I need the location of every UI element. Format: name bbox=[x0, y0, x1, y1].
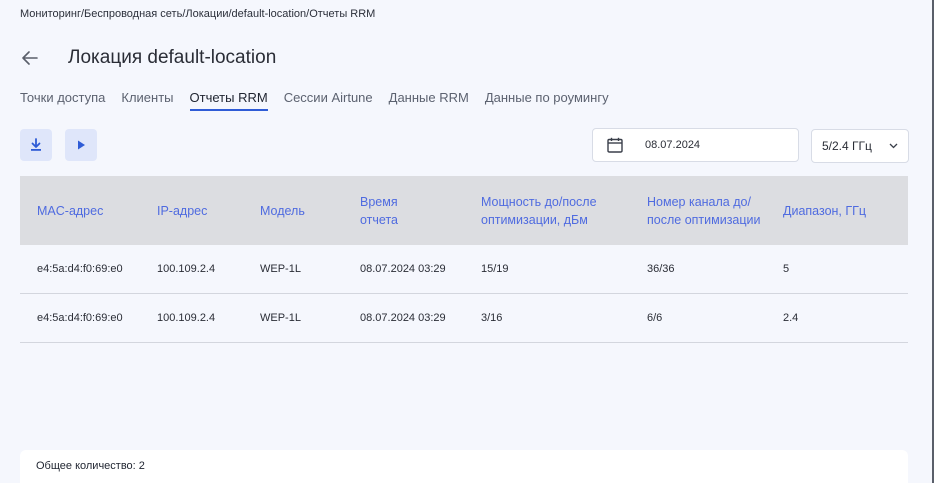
date-picker[interactable]: 08.07.2024 bbox=[592, 128, 799, 162]
cell-channel: 6/6 bbox=[647, 312, 663, 324]
column-header-report-time[interactable]: Время отчета bbox=[360, 176, 430, 245]
tab-roaming-data[interactable]: Данные по роумингу bbox=[485, 90, 609, 111]
cell-ip: 100.109.2.4 bbox=[157, 263, 216, 275]
cell-report-time: 08.07.2024 03:29 bbox=[360, 312, 446, 324]
tab-access-points[interactable]: Точки доступа bbox=[20, 90, 105, 111]
cell-model: WEP-1L bbox=[260, 263, 301, 275]
cell-power: 3/16 bbox=[481, 312, 503, 324]
column-header-mac[interactable]: MAC-адрес bbox=[37, 176, 103, 245]
cell-mac: e4:5a:d4:f0:69:e0 bbox=[37, 263, 123, 275]
tab-bar: Точки доступа Клиенты Отчеты RRM Сессии … bbox=[20, 90, 609, 111]
tab-rrm-data[interactable]: Данные RRM bbox=[389, 90, 469, 111]
column-header-model[interactable]: Модель bbox=[260, 176, 305, 245]
cell-mac: e4:5a:d4:f0:69:e0 bbox=[37, 312, 123, 324]
column-header-ip[interactable]: IP-адрес bbox=[157, 176, 207, 245]
back-arrow-icon[interactable] bbox=[20, 46, 40, 70]
cell-band: 5 bbox=[783, 263, 790, 275]
cell-power: 15/19 bbox=[481, 263, 509, 275]
chevron-down-icon bbox=[889, 143, 898, 149]
calendar-icon bbox=[607, 137, 623, 153]
download-button[interactable] bbox=[20, 129, 52, 161]
rrm-reports-table: MAC-адрес IP-адрес Модель Время отчета М… bbox=[20, 176, 908, 343]
cell-band: 2.4 bbox=[783, 312, 799, 324]
date-value: 08.07.2024 bbox=[645, 139, 701, 151]
cell-model: WEP-1L bbox=[260, 312, 301, 324]
breadcrumb: Мониторинг/Беспроводная сеть/Локации/def… bbox=[20, 8, 376, 20]
cell-report-time: 08.07.2024 03:29 bbox=[360, 263, 446, 275]
tab-rrm-reports[interactable]: Отчеты RRM bbox=[189, 90, 268, 111]
table-row[interactable]: e4:5a:d4:f0:69:e0 100.109.2.4 WEP-1L 08.… bbox=[20, 294, 908, 343]
tab-airtune-sessions[interactable]: Сессии Airtune bbox=[284, 90, 373, 111]
table-header: MAC-адрес IP-адрес Модель Время отчета М… bbox=[20, 176, 908, 245]
page-title: Локация default-location bbox=[68, 47, 277, 68]
band-select[interactable]: 5/2.4 ГГц bbox=[811, 129, 909, 163]
column-header-band[interactable]: Диапазон, ГГц bbox=[783, 176, 866, 245]
band-select-value: 5/2.4 ГГц bbox=[822, 139, 872, 153]
column-header-channel[interactable]: Номер канала до/после оптимизации bbox=[647, 176, 767, 245]
table-footer: Общее количество: 2 bbox=[20, 450, 908, 483]
cell-ip: 100.109.2.4 bbox=[157, 312, 216, 324]
tab-clients[interactable]: Клиенты bbox=[121, 90, 173, 111]
column-header-power[interactable]: Мощность до/после оптимизации, дБм bbox=[481, 176, 621, 245]
total-count: Общее количество: 2 bbox=[36, 460, 145, 472]
run-button[interactable] bbox=[65, 129, 97, 161]
play-icon bbox=[78, 140, 85, 150]
download-icon bbox=[31, 138, 41, 151]
table-row[interactable]: e4:5a:d4:f0:69:e0 100.109.2.4 WEP-1L 08.… bbox=[20, 245, 908, 294]
cell-channel: 36/36 bbox=[647, 263, 675, 275]
page-header: Локация default-location bbox=[20, 46, 276, 70]
